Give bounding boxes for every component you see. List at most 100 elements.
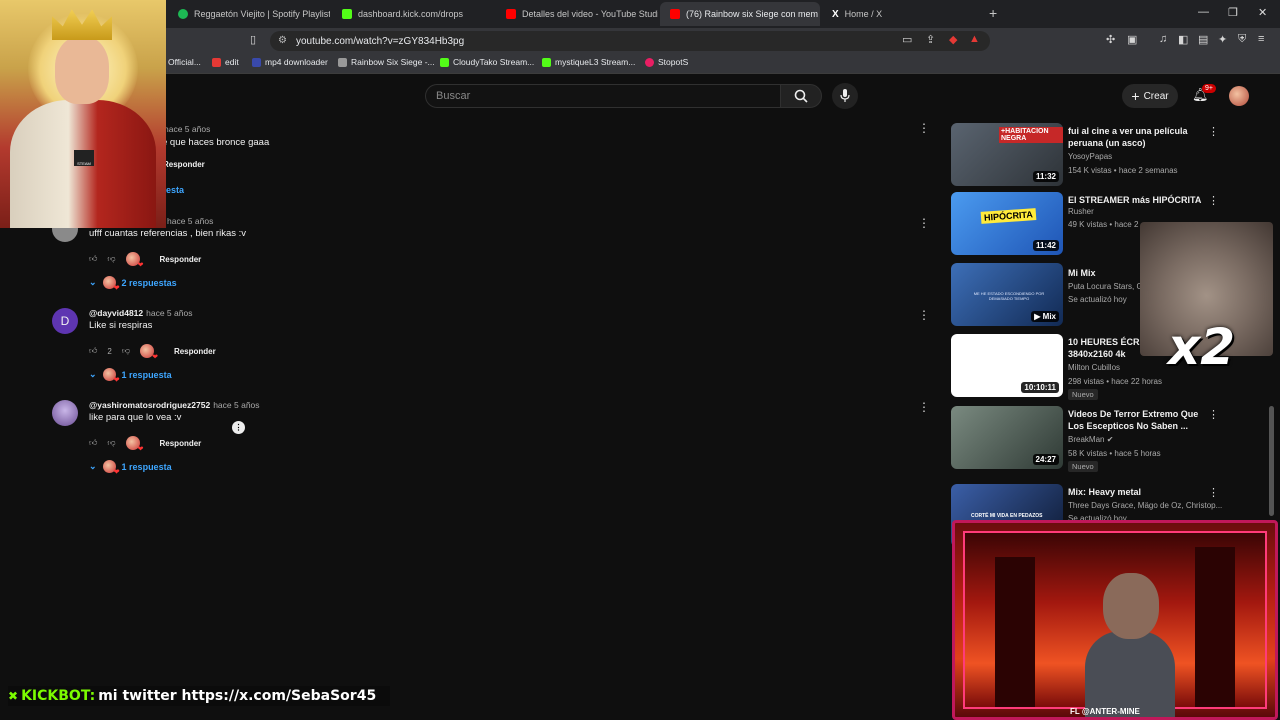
comment-author[interactable]: @yashiromatosrodriguez2752 hace 5 años — [89, 400, 260, 410]
dislike-icon[interactable]: 👎︎ — [107, 438, 115, 448]
video-channel[interactable]: Rusher — [1068, 207, 1094, 216]
video-channel[interactable]: BreakMan ✔ — [1068, 435, 1113, 444]
video-meta: 49 K vistas • hace 2 — [1068, 220, 1139, 229]
video-thumbnail[interactable]: 10:10:11 — [951, 334, 1063, 397]
video-thumbnail[interactable]: ME HE ESTADO ESCONDIENDO POR DEMASIADO T… — [951, 263, 1063, 326]
streamer-head — [1103, 573, 1159, 639]
thumbnail-text: CORTÉ MI VIDA EN PEDAZOS — [971, 513, 1043, 519]
video-thumbnail[interactable]: +HABITACION NEGRA 11:32 — [951, 123, 1063, 186]
video-thumbnail[interactable]: HIPÓCRITA 11:42 — [951, 192, 1063, 255]
chat-ticker: ✖ KICKBOT: mi twitter https://x.com/Seba… — [8, 686, 390, 706]
bookmark-item[interactable]: edit — [212, 57, 239, 67]
ai-icon[interactable]: ✦ — [1218, 33, 1227, 46]
sidebar-icon[interactable]: ◧ — [1178, 33, 1188, 46]
wallet-icon[interactable]: ▤ — [1198, 33, 1208, 46]
bookmark-item[interactable]: mp4 downloader — [252, 57, 328, 67]
more-options-icon[interactable]: ⋮ — [232, 421, 245, 434]
bookmark-item[interactable]: StopotS — [645, 57, 688, 67]
comment-text: like para que lo vea :v — [89, 412, 182, 423]
bookmark-item[interactable]: Official... — [168, 57, 201, 67]
extension-icon[interactable]: ◆ — [949, 33, 957, 46]
address-bar[interactable]: ⚙ youtube.com/watch?v=zGY834Hb3pg — [270, 31, 990, 51]
creator-heart-icon — [125, 436, 144, 453]
video-channel[interactable]: Three Days Grace, Mägo de Oz, Christop..… — [1068, 501, 1222, 510]
reply-button[interactable]: Responder — [160, 255, 202, 264]
like-icon[interactable]: 👍︎ — [89, 254, 97, 264]
bookmark-icon — [252, 57, 261, 67]
like-count: 2 — [107, 346, 112, 356]
kick-icon — [440, 57, 449, 67]
vpn-icon[interactable]: ⛨ — [1238, 33, 1246, 46]
search-input[interactable]: Buscar — [425, 84, 780, 108]
comment-author[interactable]: hace 5 años — [161, 124, 210, 134]
replies-toggle[interactable]: ⌄ 1 respuesta — [89, 460, 172, 476]
comment-menu-icon[interactable]: ⋮ — [918, 216, 930, 230]
video-channel[interactable]: Puta Locura Stars, G — [1068, 282, 1143, 291]
screenshot-icon[interactable]: ▣ — [1127, 33, 1137, 46]
tab-x-home[interactable]: X Home / X — [822, 2, 984, 26]
video-menu-icon[interactable]: ⋮ — [1208, 194, 1219, 207]
video-title[interactable]: El STREAMER más HIPÓCRITA — [1068, 194, 1203, 206]
bookmark-item[interactable]: Rainbow Six Siege -... — [338, 57, 435, 67]
tab-spotify[interactable]: Reggaetón Viejito | Spotify Playlist — [168, 2, 330, 26]
x-logo-icon: X — [832, 8, 839, 20]
dislike-icon[interactable]: 👎︎ — [122, 346, 130, 356]
reply-button[interactable]: Responder — [174, 347, 216, 356]
music-icon[interactable]: ♫ — [1159, 33, 1167, 45]
bookmark-item[interactable]: CloudyTako Stream... — [440, 57, 534, 67]
comment-menu-icon[interactable]: ⋮ — [918, 400, 930, 414]
video-channel[interactable]: YosoyPapas — [1068, 152, 1112, 161]
tab-youtube-studio[interactable]: Detalles del video - YouTube Studio — [496, 2, 658, 26]
sidebar-scrollbar[interactable] — [1269, 406, 1274, 516]
tab-rainbow-six[interactable]: (76) Rainbow six Siege con mem ✕ — [660, 2, 820, 26]
comment-menu-icon[interactable]: ⋮ — [918, 121, 930, 135]
bookmarks-bar: Official... edit mp4 downloader Rainbow … — [0, 54, 1280, 74]
replies-toggle[interactable]: ⌄ 1 respuesta — [89, 368, 172, 384]
menu-icon[interactable]: ≡ — [1258, 33, 1264, 45]
puzzle-icon[interactable]: ✣ — [1106, 33, 1115, 46]
warning-icon[interactable]: ▲ — [969, 33, 980, 45]
webcam-frame — [963, 531, 1267, 717]
video-title[interactable]: Videos De Terror Extremo Que Los Escepti… — [1068, 408, 1203, 432]
related-video[interactable]: 24:27 Videos De Terror Extremo Que Los E… — [951, 406, 1221, 472]
comment-menu-icon[interactable]: ⋮ — [918, 308, 930, 322]
close-window-icon[interactable]: ✕ — [1258, 6, 1267, 19]
new-badge: Nuevo — [1068, 461, 1098, 472]
share-icon[interactable]: ⇪ — [926, 33, 935, 46]
create-button[interactable]: + Crear — [1122, 84, 1178, 108]
site-info-icon[interactable]: ⚙ — [278, 35, 287, 46]
bookmark-star-icon[interactable]: ▯ — [250, 33, 256, 46]
replies-toggle[interactable]: esta — [166, 185, 184, 195]
like-icon[interactable]: 👍︎ — [89, 346, 97, 356]
new-tab-button[interactable]: + — [989, 5, 997, 21]
maximize-icon[interactable]: ❐ — [1228, 6, 1238, 19]
minimize-icon[interactable]: — — [1198, 6, 1209, 18]
video-meta: 298 vistas • hace 22 horas — [1068, 377, 1162, 386]
comment-author[interactable]: @dayvid4812 hace 5 años — [89, 308, 192, 318]
video-menu-icon[interactable]: ⋮ — [1208, 408, 1219, 421]
cast-icon[interactable]: ▭ — [902, 33, 912, 46]
video-menu-icon[interactable]: ⋮ — [1208, 486, 1219, 499]
related-video[interactable]: +HABITACION NEGRA 11:32 fui al cine a ve… — [951, 123, 1221, 187]
video-menu-icon[interactable]: ⋮ — [1208, 125, 1219, 138]
tab-label: (76) Rainbow six Siege con mem — [686, 9, 819, 19]
notifications-badge: 9+ — [1202, 84, 1216, 93]
video-thumbnail[interactable]: 24:27 — [951, 406, 1063, 469]
reply-button[interactable]: Responder — [160, 439, 202, 448]
account-avatar[interactable] — [1229, 86, 1249, 106]
video-title[interactable]: Mix: Heavy metal — [1068, 486, 1203, 498]
comment-text: e que haces bronce gaaa — [162, 137, 270, 148]
reply-button[interactable]: Responder — [163, 160, 205, 169]
tab-kick-drops[interactable]: dashboard.kick.com/drops — [332, 2, 496, 26]
search-button[interactable] — [780, 84, 822, 108]
replies-toggle[interactable]: ⌄ 2 respuestas — [89, 276, 177, 292]
voice-search-button[interactable] — [832, 83, 858, 109]
video-channel[interactable]: Milton Cubillos — [1068, 363, 1120, 372]
video-title[interactable]: fui al cine a ver una película peruana (… — [1068, 125, 1203, 149]
avatar[interactable] — [52, 400, 78, 426]
bookmark-item[interactable]: mystiqueL3 Stream... — [542, 57, 635, 67]
kick-icon — [342, 9, 352, 19]
dislike-icon[interactable]: 👎︎ — [107, 254, 115, 264]
like-icon[interactable]: 👍︎ — [89, 438, 97, 448]
avatar[interactable]: D — [52, 308, 78, 334]
